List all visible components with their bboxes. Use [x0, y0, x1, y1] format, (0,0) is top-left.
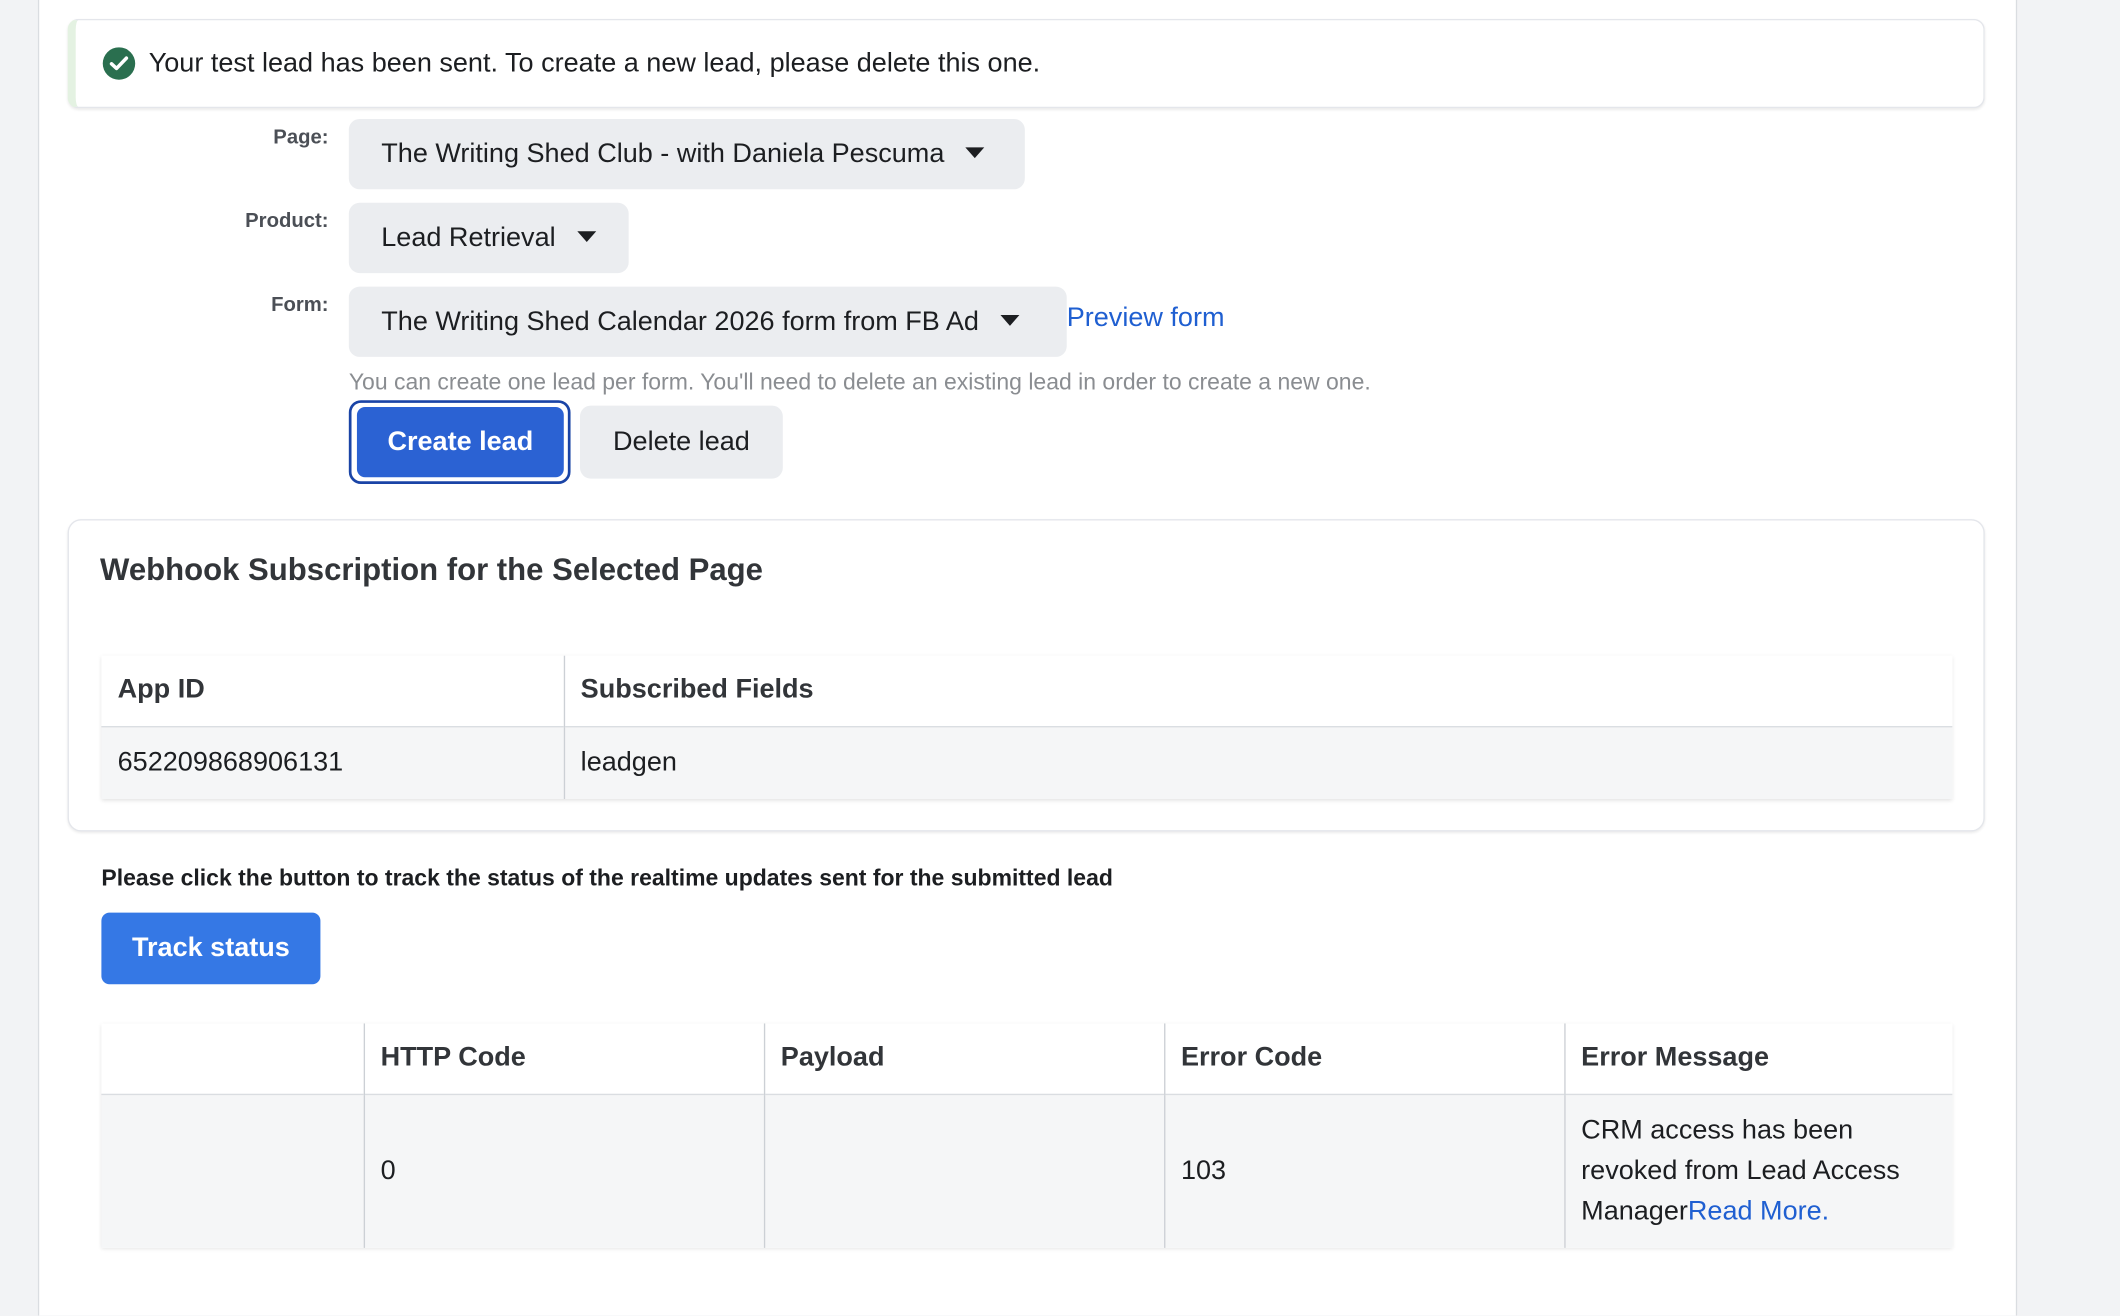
check-circle-icon	[102, 47, 136, 80]
webhook-title: Webhook Subscription for the Selected Pa…	[100, 551, 763, 587]
success-banner: Your test lead has been sent. To create …	[67, 18, 1985, 109]
error-code-cell: 103	[1164, 1093, 1565, 1248]
product-label: Product:	[245, 209, 329, 233]
form-select[interactable]: The Writing Shed Calendar 2026 form from…	[348, 286, 1067, 357]
col-http-code: HTTP Code	[363, 1023, 765, 1094]
banner-message: Your test lead has been sent. To create …	[148, 48, 1041, 79]
webhook-table: App ID Subscribed Fields 652209868906131…	[101, 655, 1953, 800]
chevron-down-icon	[965, 146, 985, 158]
page-select-value: The Writing Shed Club - with Daniela Pes…	[381, 139, 945, 169]
read-more-link[interactable]: Read More.	[1688, 1197, 1829, 1227]
product-select-value: Lead Retrieval	[381, 223, 556, 253]
form-select-value: The Writing Shed Calendar 2026 form from…	[381, 306, 979, 337]
col-blank	[101, 1023, 365, 1094]
page-label: Page:	[273, 125, 329, 149]
chevron-down-icon	[1000, 314, 1020, 326]
status-table: HTTP Code Payload Error Code Error Messa…	[101, 1023, 1953, 1248]
page-select[interactable]: The Writing Shed Club - with Daniela Pes…	[348, 118, 1025, 190]
stage: Your test lead has been sent. To create …	[0, 0, 2120, 1316]
table-row: 0 103 CRM access has been revoked from L…	[101, 1093, 1953, 1248]
error-message-cell: CRM access has been revoked from Lead Ac…	[1564, 1093, 1953, 1248]
subscribed-fields-cell: leadgen	[563, 725, 1953, 800]
table-row: 652209868906131 leadgen	[101, 725, 1953, 800]
http-code-cell: 0	[363, 1093, 765, 1248]
col-app-id: App ID	[101, 655, 565, 727]
col-payload: Payload	[763, 1023, 1165, 1094]
form-hint: You can create one lead per form. You'll…	[348, 369, 1371, 395]
app-id-cell: 652209868906131	[101, 725, 565, 800]
payload-cell	[763, 1093, 1165, 1248]
delete-lead-button[interactable]: Delete lead	[580, 405, 783, 479]
col-error-message: Error Message	[1564, 1023, 1953, 1094]
product-select[interactable]: Lead Retrieval	[348, 202, 629, 274]
preview-form-link[interactable]: Preview form	[1067, 303, 1225, 334]
create-lead-button[interactable]: Create lead	[356, 406, 564, 478]
form-label: Form:	[271, 293, 329, 317]
blank-cell	[101, 1093, 365, 1248]
track-status-button[interactable]: Track status	[101, 912, 321, 985]
col-subscribed-fields: Subscribed Fields	[563, 655, 1953, 727]
chevron-down-icon	[577, 230, 597, 242]
track-instruction: Please click the button to track the sta…	[101, 865, 1113, 891]
col-error-code: Error Code	[1164, 1023, 1565, 1094]
